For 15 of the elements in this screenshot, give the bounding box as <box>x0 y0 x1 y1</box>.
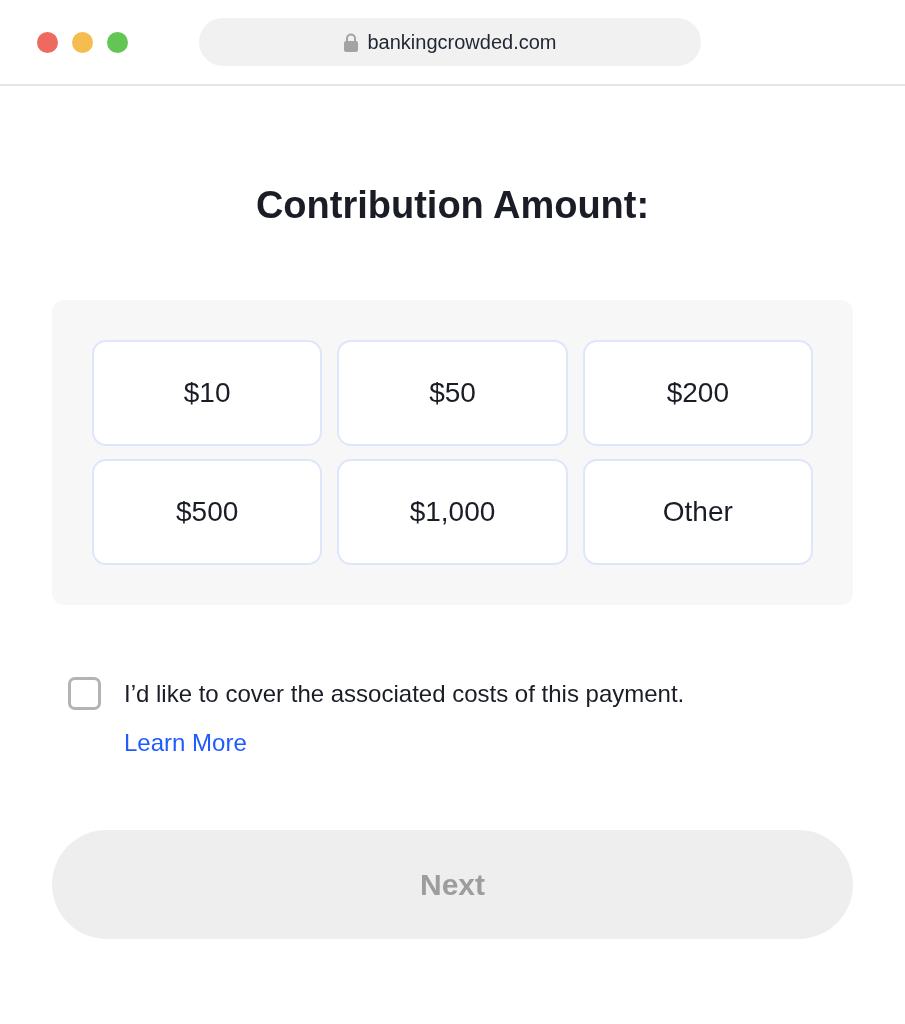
address-bar[interactable]: bankingcrowded.com <box>199 18 701 66</box>
cover-costs-label: I’d like to cover the associated costs of this payment. <box>124 679 685 709</box>
amount-option-button[interactable]: $50 <box>337 340 568 446</box>
url-text: bankingcrowded.com <box>367 30 557 54</box>
page-title: Contribution Amount: <box>255 183 650 228</box>
amount-option-button[interactable]: $10 <box>92 340 323 446</box>
minimize-button[interactable] <box>72 31 93 53</box>
amount-option-button[interactable]: $1,000 <box>337 459 568 565</box>
maximize-button[interactable] <box>107 31 128 53</box>
learn-more-link[interactable]: Learn More <box>124 728 247 758</box>
amount-option-button[interactable]: $200 <box>582 340 813 446</box>
checkbox[interactable] <box>68 677 101 710</box>
amount-option-button[interactable]: $500 <box>92 459 323 565</box>
close-button[interactable] <box>37 31 58 53</box>
amount-option-button[interactable]: Other <box>582 459 813 565</box>
